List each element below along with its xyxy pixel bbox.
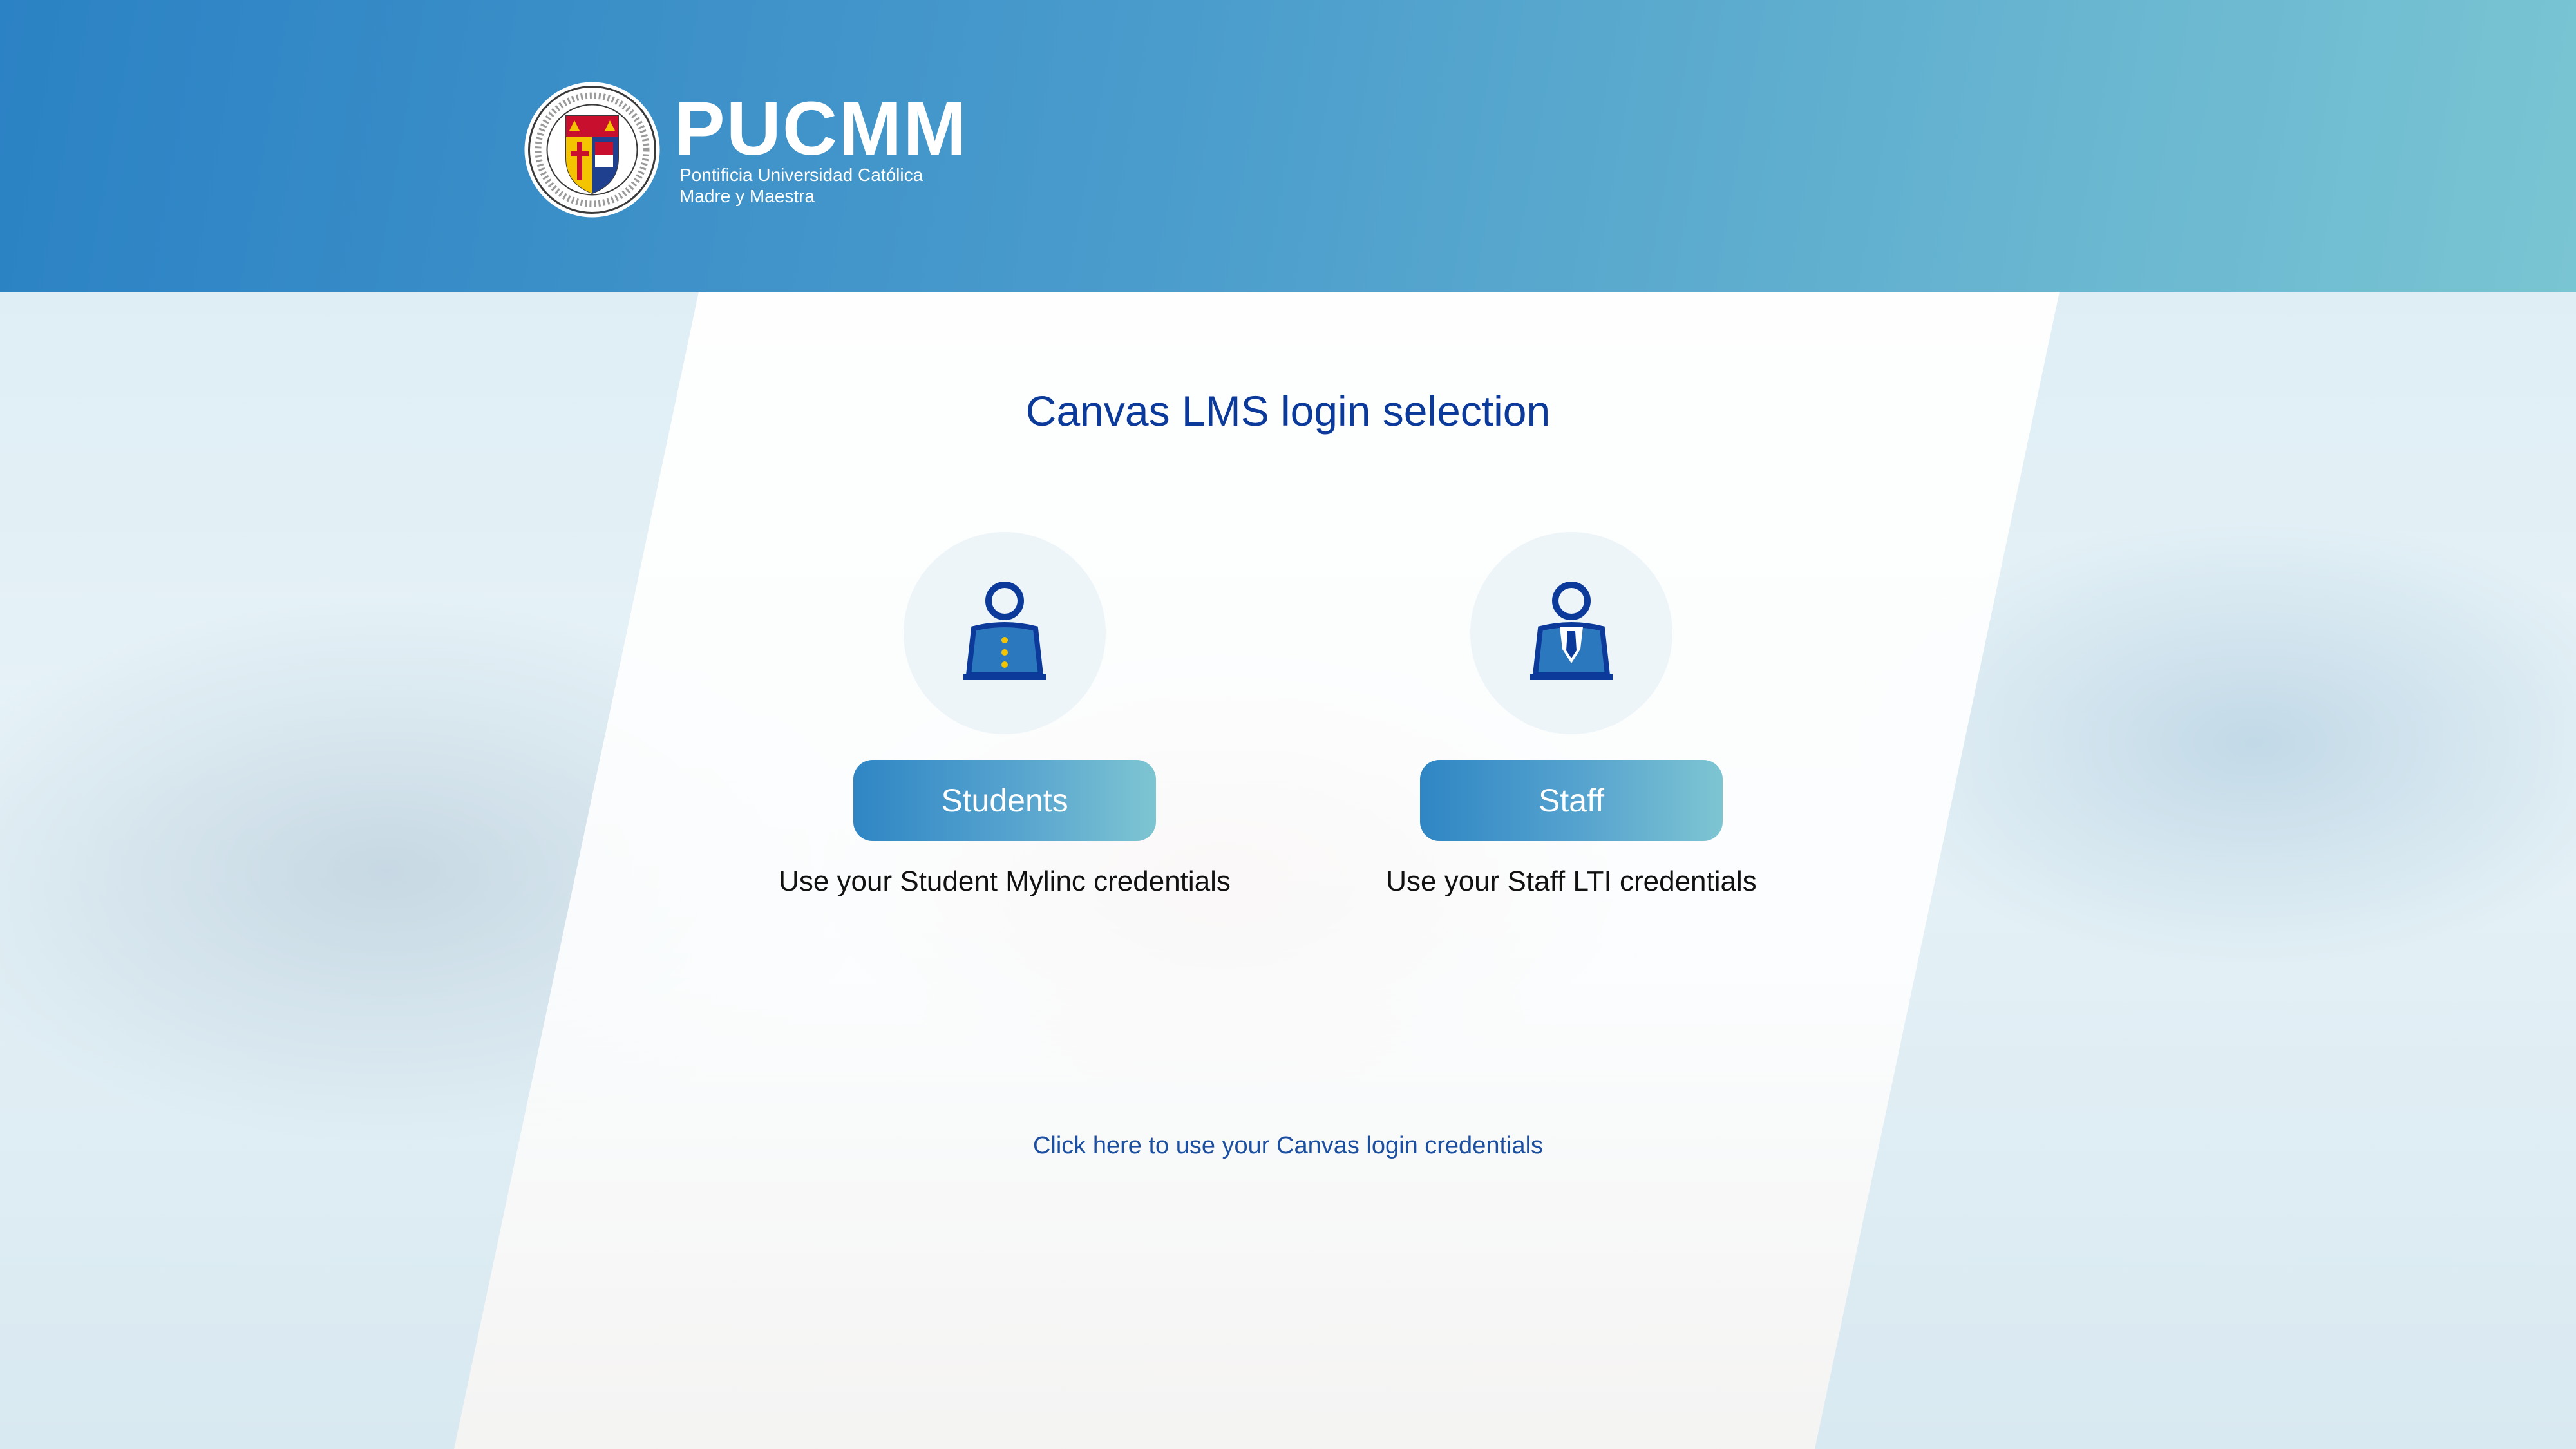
students-description: Use your Student Mylinc credentials — [779, 866, 1231, 897]
center-panel — [454, 292, 2060, 1449]
logo-text: PUCMM Pontificia Universidad Católica Ma… — [674, 86, 968, 207]
students-option: Students Use your Student Mylinc credent… — [747, 532, 1262, 898]
header-bar: PUCMM Pontificia Universidad Católica Ma… — [0, 0, 2576, 292]
students-icon-circle — [904, 532, 1106, 734]
page-title: Canvas LMS login selection — [1025, 387, 1551, 435]
university-seal-icon — [524, 82, 660, 218]
staff-icon — [1530, 582, 1613, 680]
staff-option: Staff Use your Staff LTI credentials — [1314, 532, 1829, 898]
student-icon — [963, 582, 1046, 680]
pucmm-logo[interactable]: PUCMM Pontificia Universidad Católica Ma… — [523, 80, 968, 219]
staff-icon-circle — [1470, 532, 1672, 734]
logo-name: PUCMM — [674, 86, 968, 171]
logo-subtitle-line2: Madre y Maestra — [679, 185, 815, 206]
canvas-login-link[interactable]: Click here to use your Canvas login cred… — [0, 1132, 2576, 1160]
login-selection-page: PUCMM Pontificia Universidad Católica Ma… — [0, 0, 2576, 1449]
staff-button[interactable]: Staff — [1420, 760, 1723, 841]
students-button[interactable]: Students — [853, 760, 1156, 841]
staff-description: Use your Staff LTI credentials — [1386, 866, 1757, 897]
